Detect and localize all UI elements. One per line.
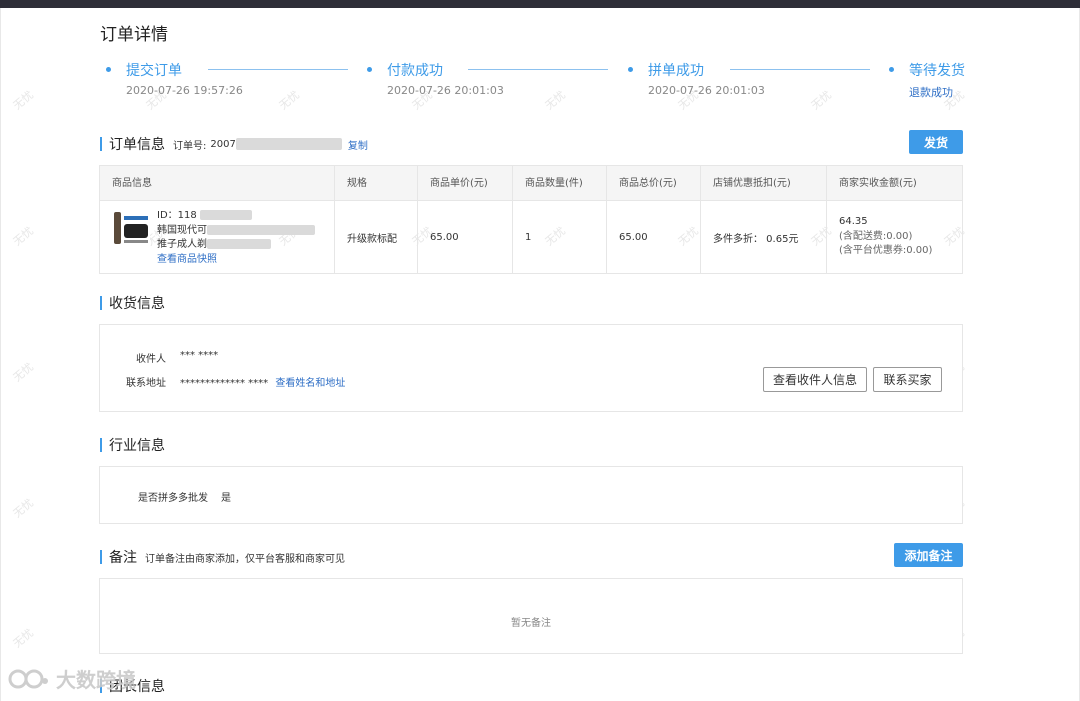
step-label: 提交订单 xyxy=(126,63,182,79)
add-note-button[interactable]: 添加备注 xyxy=(894,543,963,567)
wholesale-label: 是否拼多多批发 xyxy=(138,493,208,504)
step-dot-icon xyxy=(628,67,633,72)
shipping-info-box: 收件人 *** **** 联系地址 ************* **** 查看姓… xyxy=(99,324,963,412)
section-title: 订单信息 xyxy=(109,137,165,153)
industry-info-header: 行业信息 xyxy=(100,435,165,455)
platform-coupon-note: (含平台优惠券:0.00) xyxy=(839,245,933,257)
step-time: 2020-07-26 20:01:03 xyxy=(387,84,504,97)
notes-description: 订单备注由商家添加，仅平台客服和商家可见 xyxy=(145,553,345,565)
refund-status: 退款成功 xyxy=(909,86,953,99)
recipient-label: 收件人 xyxy=(136,354,166,365)
step-connector xyxy=(208,69,348,70)
step-dot-icon xyxy=(106,67,111,72)
ship-button[interactable]: 发货 xyxy=(909,130,963,154)
section-title: 行业信息 xyxy=(109,438,165,454)
notes-header: 备注 订单备注由商家添加，仅平台客服和商家可见 xyxy=(100,547,345,567)
notes-box: 暂无备注 xyxy=(99,578,963,654)
section-marker xyxy=(100,296,102,310)
copy-order-number-link[interactable]: 复制 xyxy=(348,137,368,152)
empty-notes-text: 暂无备注 xyxy=(511,618,551,629)
section-title: 收货信息 xyxy=(109,296,165,312)
product-cell: ID：118 韩国现代可 推子成人剃 查看商品快照 xyxy=(100,201,335,273)
product-id-redacted xyxy=(199,210,252,220)
step-time: 2020-07-26 19:57:26 xyxy=(126,84,243,97)
brand-logo-icon xyxy=(8,669,48,688)
view-recipient-button[interactable]: 查看收件人信息 xyxy=(763,367,867,392)
brand-name: 大数跨境 xyxy=(56,668,136,692)
product-name-redacted xyxy=(207,239,271,249)
recipient-value: *** **** xyxy=(180,350,219,361)
table-row: ID：118 韩国现代可 推子成人剃 查看商品快照 升级款标配 65.00 1 … xyxy=(100,201,962,273)
step-dot-icon xyxy=(889,67,894,72)
column-header: 商品总价(元) xyxy=(607,166,701,201)
order-items-table: 商品信息 规格 商品单价(元) 商品数量(件) 商品总价(元) 店铺优惠抵扣(元… xyxy=(99,165,963,274)
product-name-line1: 韩国现代可 xyxy=(157,224,207,236)
address-value: ************* **** 查看姓名和地址 xyxy=(180,374,345,389)
column-header: 规格 xyxy=(335,166,418,201)
order-info-header: 订单信息 订单号: 2007 复制 xyxy=(100,134,368,154)
top-bar xyxy=(0,0,1080,8)
received-amount: 64.35 xyxy=(839,216,868,228)
contact-buyer-button[interactable]: 联系买家 xyxy=(873,367,942,392)
view-product-snapshot-link[interactable]: 查看商品快照 xyxy=(157,254,217,265)
order-number-label: 订单号: xyxy=(173,140,207,152)
address-label: 联系地址 xyxy=(126,378,166,389)
section-title: 备注 xyxy=(109,550,137,566)
step-label: 拼单成功 xyxy=(648,63,704,79)
product-name-line2: 推子成人剃 xyxy=(157,239,207,250)
delivery-fee-note: (含配送费:0.00) xyxy=(839,230,913,242)
page-title: 订单详情 xyxy=(100,25,168,45)
shipping-info-header: 收货信息 xyxy=(100,293,165,313)
column-header: 商家实收金额(元) xyxy=(839,178,917,189)
column-header: 商品单价(元) xyxy=(418,166,513,201)
brand-watermark: 大数跨境 xyxy=(8,664,136,693)
industry-info-box: 是否拼多多批发 是 xyxy=(99,466,963,524)
quantity-cell: 1 xyxy=(513,201,607,273)
total-price-cell: 65.00 xyxy=(607,201,701,273)
discount-cell: 多件多折： 0.65元 xyxy=(701,201,827,273)
product-name-redacted xyxy=(207,224,315,235)
column-header: 商品数量(件) xyxy=(513,166,607,201)
step-label: 等待发货 xyxy=(909,63,965,79)
section-marker xyxy=(100,550,102,564)
product-thumbnail[interactable] xyxy=(112,210,150,246)
section-marker xyxy=(100,137,102,151)
table-header: 商品信息 规格 商品单价(元) 商品数量(件) 商品总价(元) 店铺优惠抵扣(元… xyxy=(100,166,962,201)
step-dot-icon xyxy=(367,67,372,72)
order-number-value: 2007 xyxy=(210,138,236,150)
product-id: ID：118 xyxy=(157,210,197,221)
step-label: 付款成功 xyxy=(387,63,443,79)
unit-price-cell: 65.00 xyxy=(418,201,513,273)
product-info: ID：118 韩国现代可 推子成人剃 查看商品快照 xyxy=(157,209,315,267)
column-header: 商品信息 xyxy=(100,166,335,201)
order-progress-steps: 提交订单 2020-07-26 19:57:26 付款成功 2020-07-26… xyxy=(100,58,970,108)
view-name-address-link[interactable]: 查看姓名和地址 xyxy=(275,378,345,389)
section-marker xyxy=(100,438,102,452)
step-connector xyxy=(468,69,608,70)
order-number-redacted xyxy=(235,138,342,150)
spec-cell: 升级款标配 xyxy=(335,201,418,273)
wholesale-value: 是 xyxy=(221,493,231,504)
step-connector xyxy=(730,69,870,70)
step-time: 2020-07-26 20:01:03 xyxy=(648,84,765,97)
received-amount-cell: 64.35 (含配送费:0.00) (含平台优惠券:0.00) xyxy=(827,201,962,273)
column-header: 店铺优惠抵扣(元) xyxy=(701,166,827,201)
address-masked: ************* **** xyxy=(180,378,269,389)
